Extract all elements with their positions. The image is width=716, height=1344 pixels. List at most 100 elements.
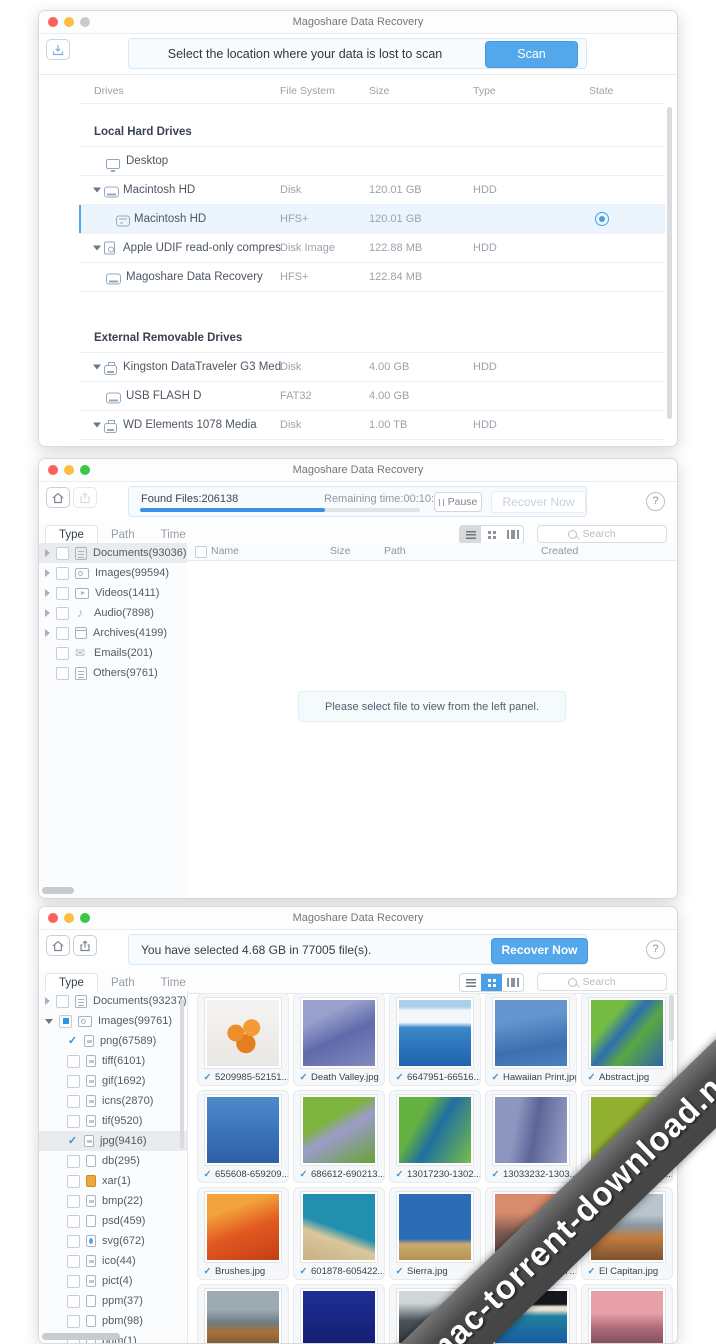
sidebar-item-xar[interactable]: xar(1) [39, 1171, 187, 1191]
checkbox[interactable] [67, 1194, 80, 1208]
search-box[interactable] [537, 525, 667, 543]
list-view-button[interactable] [460, 974, 481, 991]
file-tile[interactable]: ✓ Abstract.jpg [581, 993, 673, 1086]
checkbox[interactable] [56, 646, 69, 660]
zoom-button[interactable] [80, 17, 90, 27]
sidebar-item-videos[interactable]: Videos(1411) [39, 583, 187, 603]
checkbox-indeterminate[interactable] [59, 1014, 72, 1028]
close-button[interactable] [48, 913, 58, 923]
checked-icon[interactable]: ✓ [203, 1072, 212, 1083]
zoom-button[interactable] [80, 465, 90, 475]
sidebar-item-gif[interactable]: gif(1692) [39, 1071, 187, 1091]
checked-icon[interactable]: ✓ [395, 1266, 404, 1277]
minimize-button[interactable] [64, 913, 74, 923]
file-tile[interactable]: ✓ 655608-659209... [197, 1090, 289, 1183]
checkbox[interactable] [67, 1214, 80, 1228]
sidebar-item-documents[interactable]: Documents(93237) [39, 991, 187, 1011]
drive-row-macintosh-hd-volume[interactable]: Macintosh HD HFS+ 120.01 GB [79, 205, 665, 234]
checked-icon[interactable]: ✓ [491, 1169, 500, 1180]
checked-icon[interactable]: ✓ [587, 1266, 596, 1277]
file-tile[interactable] [581, 1284, 673, 1343]
preview-view-button[interactable] [502, 526, 523, 543]
expand-arrow-icon[interactable] [45, 609, 50, 617]
preview-view-button[interactable] [502, 974, 523, 991]
home-button[interactable] [46, 935, 70, 956]
scan-button[interactable]: Scan [485, 41, 578, 68]
file-tile[interactable]: ✓ 6647951-66516... [389, 993, 481, 1086]
expand-arrow-icon[interactable] [45, 569, 50, 577]
titlebar[interactable]: Magoshare Data Recovery [39, 907, 677, 930]
drive-row-kingston[interactable]: Kingston DataTraveler G3 Media Disk 4.00… [79, 353, 665, 382]
drive-row-apple-udif[interactable]: Apple UDIF read-only compressed (z.. Dis… [79, 234, 665, 263]
search-input[interactable] [580, 975, 637, 989]
collapse-arrow-icon[interactable] [93, 364, 101, 370]
checked-icon[interactable]: ✓ [299, 1169, 308, 1180]
file-tile[interactable]: ✓ 13017230-1302... [389, 1090, 481, 1183]
checkbox[interactable] [67, 1254, 80, 1268]
sidebar-item-icns[interactable]: icns(2870) [39, 1091, 187, 1111]
minimize-button[interactable] [64, 465, 74, 475]
pause-button[interactable]: Pause [434, 492, 482, 512]
checked-icon[interactable]: ✓ [395, 1169, 404, 1180]
sidebar-vertical-scrollbar[interactable] [180, 999, 184, 1149]
file-tile[interactable] [293, 1284, 385, 1343]
horizontal-scrollbar[interactable] [42, 887, 74, 894]
titlebar[interactable]: Magoshare Data Recovery [39, 11, 677, 34]
file-tile[interactable]: ✓ Death Valley.jpg [293, 993, 385, 1086]
checkbox[interactable] [56, 566, 69, 580]
checkbox[interactable] [67, 1094, 80, 1108]
file-tile[interactable]: ✓ 601878-605422... [293, 1187, 385, 1280]
close-button[interactable] [48, 17, 58, 27]
checked-icon[interactable]: ✓ [395, 1072, 404, 1083]
minimize-button[interactable] [64, 17, 74, 27]
sidebar-item-images[interactable]: Images(99594) [39, 563, 187, 583]
export-button[interactable] [73, 935, 97, 956]
collapse-arrow-icon[interactable] [93, 422, 101, 428]
expand-arrow-icon[interactable] [45, 997, 50, 1005]
collapse-arrow-icon[interactable] [93, 187, 101, 193]
checkbox[interactable] [67, 1294, 80, 1308]
checkbox[interactable] [67, 1314, 80, 1328]
grid-view-button[interactable] [481, 526, 502, 543]
file-tile[interactable] [197, 1284, 289, 1343]
home-button[interactable] [46, 487, 70, 508]
file-tile[interactable]: ✓ Hawaiian Print.jpg [485, 993, 577, 1086]
recover-now-button[interactable]: Recover Now [491, 938, 588, 964]
checkbox[interactable] [56, 586, 69, 600]
sidebar-item-png[interactable]: ✓ png(67589) [39, 1031, 187, 1051]
collapse-arrow-icon[interactable] [93, 245, 101, 251]
selected-radio[interactable] [595, 212, 609, 226]
grid-view-button[interactable] [481, 974, 502, 991]
sidebar-item-tiff[interactable]: tiff(6101) [39, 1051, 187, 1071]
checkbox[interactable] [67, 1234, 80, 1248]
list-view-button[interactable] [460, 526, 481, 543]
sidebar-item-others[interactable]: Others(9761) [39, 663, 187, 683]
titlebar[interactable]: Magoshare Data Recovery [39, 459, 677, 482]
expand-arrow-icon[interactable] [45, 589, 50, 597]
file-tile[interactable]: ✓ Brushes.jpg [197, 1187, 289, 1280]
checkbox[interactable] [67, 1174, 80, 1188]
file-tile[interactable]: ✓ 13033232-1303... [485, 1090, 577, 1183]
checkbox[interactable] [56, 994, 69, 1008]
help-button[interactable]: ? [646, 940, 665, 959]
expand-arrow-icon[interactable] [45, 549, 50, 557]
select-all-checkbox[interactable] [195, 546, 207, 558]
horizontal-scrollbar[interactable] [42, 1333, 120, 1340]
traffic-lights[interactable] [48, 465, 90, 475]
sidebar-item-images[interactable]: Images(99761) [39, 1011, 187, 1031]
file-tile[interactable]: ✓ 686612-690213... [293, 1090, 385, 1183]
sidebar-item-jpg[interactable]: ✓ jpg(9416) [39, 1131, 187, 1151]
file-tile[interactable]: ✓ 5209985-52151... [197, 993, 289, 1086]
sidebar-item-psd[interactable]: psd(459) [39, 1211, 187, 1231]
help-button[interactable]: ? [646, 492, 665, 511]
checkbox[interactable] [56, 666, 69, 680]
drive-row-usb-flash[interactable]: USB FLASH D FAT32 4.00 GB [79, 382, 665, 411]
checkbox[interactable] [67, 1114, 80, 1128]
expand-arrow-icon[interactable] [45, 629, 50, 637]
drive-row-wd-elements[interactable]: WD Elements 1078 Media Disk 1.00 TB HDD [79, 411, 665, 440]
drive-row-magoshare[interactable]: Magoshare Data Recovery HFS+ 122.84 MB [79, 263, 665, 292]
checked-icon[interactable]: ✓ [299, 1266, 308, 1277]
sidebar-item-pict[interactable]: pict(4) [39, 1271, 187, 1291]
sidebar-item-bmp[interactable]: bmp(22) [39, 1191, 187, 1211]
zoom-button[interactable] [80, 913, 90, 923]
